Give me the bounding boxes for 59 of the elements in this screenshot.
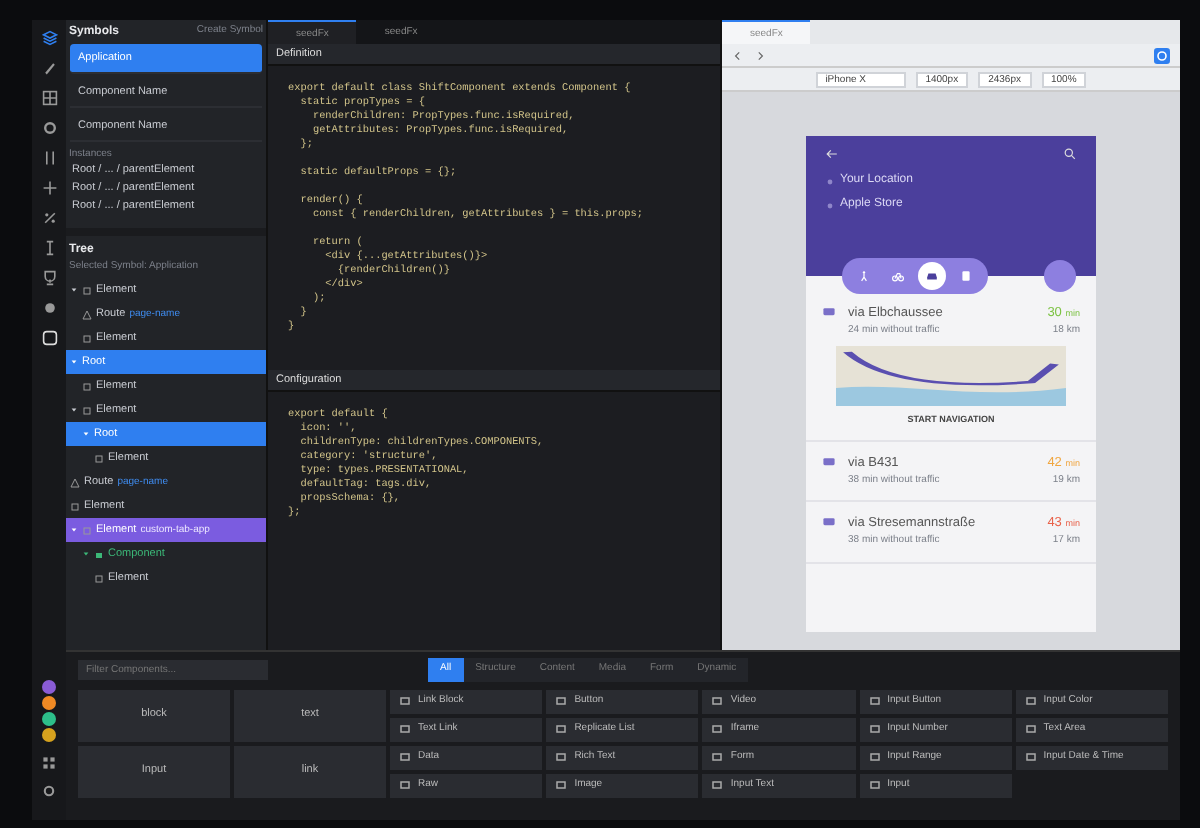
bike-icon xyxy=(892,270,904,282)
component-icon xyxy=(556,780,567,790)
component-icon xyxy=(869,696,880,706)
mode-car-button[interactable] xyxy=(918,262,946,290)
dot-icon xyxy=(826,177,834,185)
percent-icon[interactable] xyxy=(41,210,57,226)
grid-icon[interactable] xyxy=(41,90,57,106)
dot-icon xyxy=(826,201,834,209)
back-icon[interactable] xyxy=(732,49,744,61)
walk-icon xyxy=(858,270,870,282)
component-icon xyxy=(1025,696,1036,706)
trophy-icon[interactable] xyxy=(41,270,57,286)
user-avatar[interactable] xyxy=(42,696,56,710)
layers-icon[interactable] xyxy=(41,30,57,46)
user-avatar[interactable] xyxy=(42,680,56,694)
component-icon xyxy=(1025,724,1036,734)
car-icon xyxy=(822,304,836,318)
component-icon xyxy=(94,549,104,560)
component-icon xyxy=(1025,752,1036,762)
component-icon xyxy=(712,696,723,706)
component-icon xyxy=(869,780,880,790)
component-icon xyxy=(869,724,880,734)
route-icon xyxy=(70,477,80,488)
settings-icon[interactable] xyxy=(41,120,57,136)
route-icon xyxy=(82,309,92,320)
element-icon xyxy=(70,501,80,512)
component-icon xyxy=(712,724,723,734)
element-icon xyxy=(82,381,92,392)
element-icon xyxy=(82,285,92,296)
element-icon xyxy=(94,573,104,584)
component-icon xyxy=(712,752,723,762)
component-icon[interactable] xyxy=(41,330,57,346)
bus-icon xyxy=(960,270,972,282)
back-arrow-icon[interactable] xyxy=(826,148,838,161)
component-icon xyxy=(556,752,567,762)
element-icon xyxy=(82,333,92,344)
component-icon xyxy=(712,780,723,790)
settings-icon[interactable] xyxy=(42,784,56,798)
component-icon xyxy=(400,752,410,762)
element-icon xyxy=(82,525,92,536)
component-icon xyxy=(400,724,410,734)
circle-icon[interactable] xyxy=(41,300,57,316)
text-cursor-icon[interactable] xyxy=(41,240,57,256)
component-icon xyxy=(400,780,410,790)
component-icon xyxy=(556,696,567,706)
grid-icon[interactable] xyxy=(42,756,56,770)
component-icon xyxy=(400,696,410,706)
user-avatar[interactable] xyxy=(42,728,56,742)
element-icon xyxy=(94,453,104,464)
car-icon xyxy=(822,514,836,529)
car-icon xyxy=(926,270,938,282)
component-icon xyxy=(869,752,880,762)
car-icon xyxy=(822,454,836,468)
forward-icon[interactable] xyxy=(754,49,766,61)
component-icon xyxy=(556,724,567,734)
element-icon xyxy=(82,405,92,416)
search-icon[interactable] xyxy=(1064,148,1076,160)
user-avatar[interactable] xyxy=(42,712,56,726)
refresh-icon[interactable] xyxy=(1154,47,1170,63)
